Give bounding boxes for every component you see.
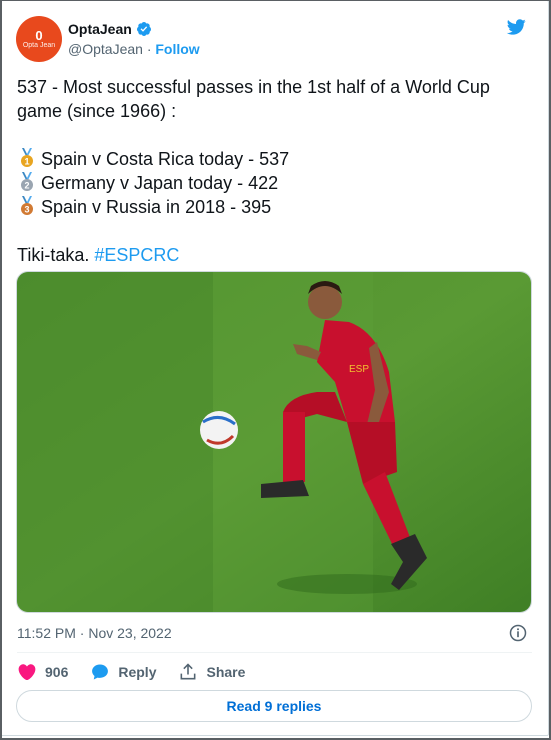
- like-count: 906: [45, 664, 69, 680]
- tweet-card: 0 Opta Jean OptaJean @OptaJean · Follow …: [0, 0, 549, 736]
- football-player-image: ESP: [17, 272, 531, 612]
- ranking-item-2: 2 Germany v Japan today - 422: [17, 171, 532, 195]
- tweet-actions: 906 Reply Share: [17, 661, 267, 683]
- gold-medal-icon: 1: [21, 148, 33, 167]
- closing-text: Tiki-taka.: [17, 245, 95, 265]
- tweet-time: 11:52 PM: [17, 625, 76, 641]
- ranking-item-1: 1 Spain v Costa Rica today - 537: [17, 147, 532, 171]
- author-avatar[interactable]: 0 Opta Jean: [16, 16, 62, 62]
- timestamp-separator: ·: [79, 625, 85, 641]
- svg-text:3: 3: [24, 205, 29, 215]
- handle-separator: ·: [146, 41, 152, 57]
- verified-badge-icon: [136, 22, 151, 36]
- share-icon: [181, 663, 196, 680]
- tweet-blank-line-2: [17, 219, 532, 243]
- hashtag-link[interactable]: #ESPCRC: [94, 245, 179, 265]
- avatar-mark: 0: [35, 27, 43, 43]
- svg-text:2: 2: [24, 181, 29, 191]
- twitter-bird-icon[interactable]: [504, 17, 528, 37]
- author-name[interactable]: OptaJean: [68, 21, 132, 37]
- svg-text:ESP: ESP: [349, 364, 369, 375]
- author-handle[interactable]: @OptaJean: [68, 41, 143, 57]
- svg-text:1: 1: [24, 157, 29, 167]
- ranking-text-3: Spain v Russia in 2018 - 395: [41, 197, 272, 217]
- heart-icon: [18, 664, 36, 681]
- reply-button[interactable]: Reply: [90, 662, 156, 682]
- follow-link[interactable]: Follow: [155, 41, 199, 57]
- like-button[interactable]: 906: [17, 662, 68, 682]
- share-label: Share: [206, 664, 246, 680]
- actions-divider: [17, 652, 532, 653]
- tweet-line-1: 537 - Most successful passes in the 1st …: [17, 77, 490, 97]
- share-button[interactable]: Share: [178, 662, 245, 682]
- tweet-text: 537 - Most successful passes in the 1st …: [17, 75, 532, 267]
- read-replies-button[interactable]: Read 9 replies: [16, 690, 532, 722]
- author-handle-row: @OptaJean · Follow: [68, 41, 200, 57]
- tweet-timestamp[interactable]: 11:52 PM · Nov 23, 2022: [17, 625, 172, 641]
- avatar-caption: Opta Jean: [22, 41, 56, 49]
- tweet-date: Nov 23, 2022: [88, 625, 172, 641]
- tweet-closing-line: Tiki-taka. #ESPCRC: [17, 243, 532, 267]
- ranking-text-2: Germany v Japan today - 422: [41, 173, 279, 193]
- ranking-text-1: Spain v Costa Rica today - 537: [41, 149, 290, 169]
- author-name-row[interactable]: OptaJean: [68, 21, 152, 37]
- tweet-photo[interactable]: ESP: [16, 271, 532, 613]
- bronze-medal-icon: 3: [21, 196, 33, 215]
- info-icon[interactable]: [508, 623, 528, 643]
- reply-bubble-icon: [92, 664, 109, 680]
- silver-medal-icon: 2: [21, 172, 33, 191]
- ranking-item-3: 3 Spain v Russia in 2018 - 395: [17, 195, 532, 219]
- tweet-line-2: game (since 1966) :: [17, 101, 177, 121]
- reply-label: Reply: [118, 664, 157, 680]
